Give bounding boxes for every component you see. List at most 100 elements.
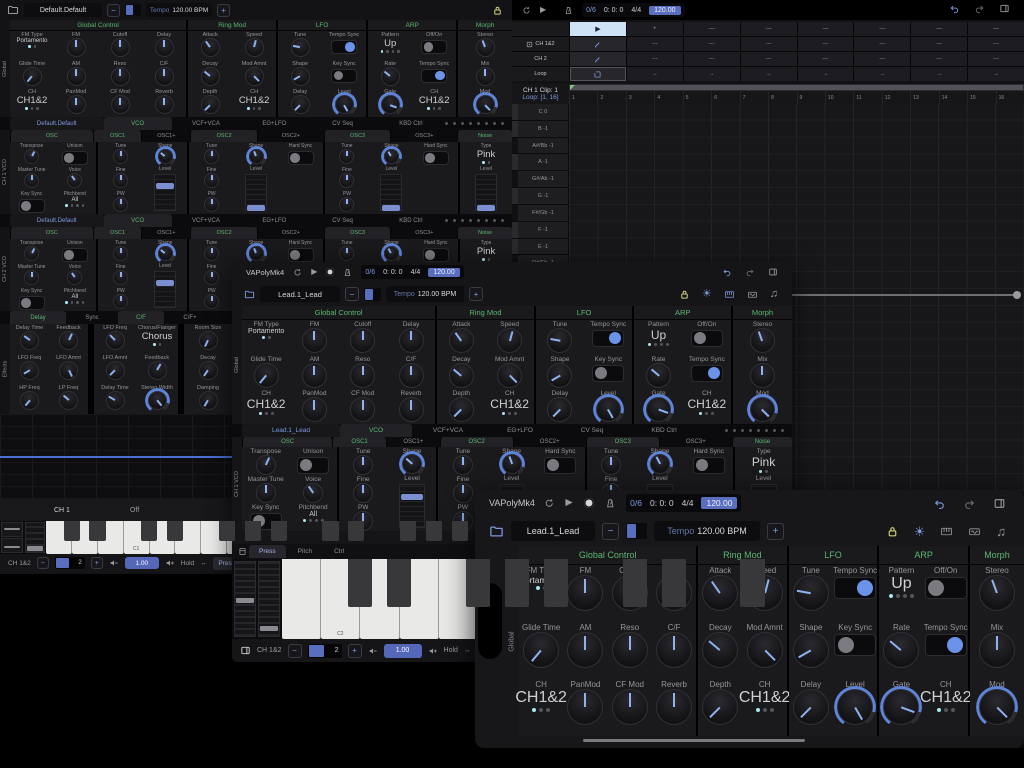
knob-tune[interactable]	[452, 455, 473, 475]
tempo-display[interactable]: Tempo 120.00 BPM	[386, 286, 464, 302]
control-stereo[interactable]: Stereo	[970, 565, 1024, 622]
tab-vco[interactable]: VCO	[103, 117, 172, 130]
knob-mod[interactable]	[472, 92, 498, 118]
control-pw[interactable]: PW	[189, 190, 233, 214]
knob-stereo[interactable]	[978, 575, 1015, 611]
control-fine[interactable]: Fine	[189, 166, 233, 190]
pads-icon[interactable]	[968, 525, 981, 538]
session-cell-loopclip[interactable]	[570, 67, 626, 81]
control-transpose[interactable]: Transpose	[10, 142, 53, 166]
control-attack[interactable]: Attack	[188, 31, 232, 60]
control-delay[interactable]: Delay	[387, 320, 435, 355]
enum-dot[interactable]	[247, 107, 250, 110]
black-key[interactable]	[167, 521, 184, 541]
keys-tab-ctrl[interactable]: Ctrl	[324, 545, 354, 558]
toggle-key-sync[interactable]	[834, 634, 877, 656]
tab-dot[interactable]	[445, 219, 449, 222]
piano-icon[interactable]	[724, 289, 735, 300]
toggle-off-on[interactable]	[690, 330, 723, 347]
knob-transpose[interactable]	[255, 455, 276, 475]
tab-dot[interactable]	[749, 429, 752, 432]
black-key[interactable]	[89, 521, 106, 541]
toggle-key-sync[interactable]	[18, 296, 45, 310]
control-depth[interactable]: Depth	[698, 679, 742, 736]
session-cell-dash3[interactable]: ---	[797, 52, 854, 66]
control-cf-mod[interactable]: CF Mod	[98, 88, 142, 117]
knob-tune[interactable]	[113, 149, 129, 164]
timeline-ruler[interactable]: 1 2 3 4 5 6 7 8 9 10 11 12 13 14 15 16	[569, 84, 1024, 104]
preset-plus-button[interactable]: +	[767, 522, 784, 540]
knob-c-f[interactable]	[656, 632, 693, 668]
control-tune[interactable]: Tune	[98, 239, 142, 263]
keys-tab-press[interactable]: Press	[249, 545, 286, 558]
preset-minus-button[interactable]: −	[602, 522, 619, 540]
level-slider[interactable]	[380, 173, 403, 211]
control-shape[interactable]: Shape	[388, 447, 437, 477]
control-level[interactable]: Level	[369, 165, 413, 214]
knob-mod[interactable]	[746, 394, 778, 426]
cv-state-button[interactable]: Off	[130, 507, 139, 514]
knob-tune[interactable]	[113, 246, 129, 261]
control-am[interactable]: AM	[54, 60, 98, 89]
control-level[interactable]: Level	[584, 389, 632, 426]
knob-mix[interactable]	[749, 362, 775, 388]
preset-display[interactable]: Lead.1_Lead	[511, 521, 595, 541]
knob-fine[interactable]	[339, 173, 355, 188]
piano-icon[interactable]	[940, 525, 953, 538]
panel-icon[interactable]	[999, 3, 1010, 14]
control-shape[interactable]: Shape	[636, 447, 685, 477]
toggle-hard-sync[interactable]	[287, 248, 314, 262]
control-cutoff[interactable]: Cutoff	[339, 320, 387, 355]
metronome-icon[interactable]	[605, 498, 616, 509]
lock-icon[interactable]	[492, 5, 503, 16]
knob-fine[interactable]	[204, 270, 220, 285]
knob-reverb[interactable]	[656, 689, 693, 725]
tab-eg-lfo[interactable]: EG+LFO	[484, 424, 556, 437]
enum-dot[interactable]	[65, 301, 68, 304]
enum-dot[interactable]	[487, 161, 491, 164]
control-level[interactable]: Level	[143, 165, 187, 214]
enum-dot[interactable]	[70, 301, 74, 304]
knob-depth[interactable]	[448, 397, 474, 423]
knob-lfo-freq[interactable]	[105, 331, 125, 350]
control-unison[interactable]: Unison	[53, 239, 96, 263]
session-cell-arrow[interactable]: →	[968, 67, 1024, 81]
control-reverb[interactable]: Reverb	[652, 679, 696, 736]
enum-dot[interactable]	[765, 470, 769, 473]
control-reso[interactable]: Reso	[98, 60, 142, 89]
control-tempo-sync[interactable]: Tempo Sync	[412, 60, 456, 89]
enum-dot[interactable]	[314, 519, 318, 522]
knob-cf-mod[interactable]	[110, 95, 130, 115]
control-lfo-amnt[interactable]: LFO Amnt	[49, 354, 88, 384]
control-speed[interactable]: Speed	[232, 31, 276, 60]
control-off-on[interactable]: Off/On	[412, 31, 456, 60]
control-panmod[interactable]: PanMod	[54, 88, 98, 117]
session-cell-dash3[interactable]: ---	[854, 37, 911, 51]
control-panmod[interactable]: PanMod	[290, 389, 338, 424]
control-tune[interactable]: Tune	[189, 142, 233, 166]
enum-dot[interactable]	[539, 708, 544, 712]
knob-fm[interactable]	[567, 575, 604, 611]
knob-lfo-freq[interactable]	[20, 361, 39, 380]
bpm-display[interactable]: 120.00	[649, 5, 681, 15]
enum-dot[interactable]	[391, 50, 395, 53]
hold-button[interactable]: Hold	[181, 560, 194, 567]
subtab-osc1-[interactable]: OSC1+	[385, 437, 440, 447]
knob-voice[interactable]	[67, 270, 83, 285]
control-fm[interactable]: FM	[563, 565, 607, 622]
knob-tune[interactable]	[290, 38, 310, 57]
control-gate[interactable]: Gate	[879, 679, 923, 736]
knob-glide-time[interactable]	[22, 66, 42, 86]
black-key[interactable]	[387, 559, 412, 607]
knob-mix[interactable]	[475, 66, 495, 86]
tab-dot[interactable]	[725, 429, 728, 432]
enum-dot[interactable]	[81, 301, 85, 304]
enum-dot[interactable]	[482, 161, 485, 164]
enum-dot[interactable]	[65, 204, 68, 207]
session-row-header-ch-2[interactable]: CH 2	[512, 52, 569, 66]
lock-icon[interactable]	[886, 525, 899, 538]
enum-dot[interactable]	[711, 412, 715, 416]
tab-eg-lfo[interactable]: EG+LFO	[240, 117, 308, 130]
subtab-osc1-[interactable]: OSC1+	[141, 227, 190, 239]
knob-delay-time[interactable]	[20, 331, 39, 350]
